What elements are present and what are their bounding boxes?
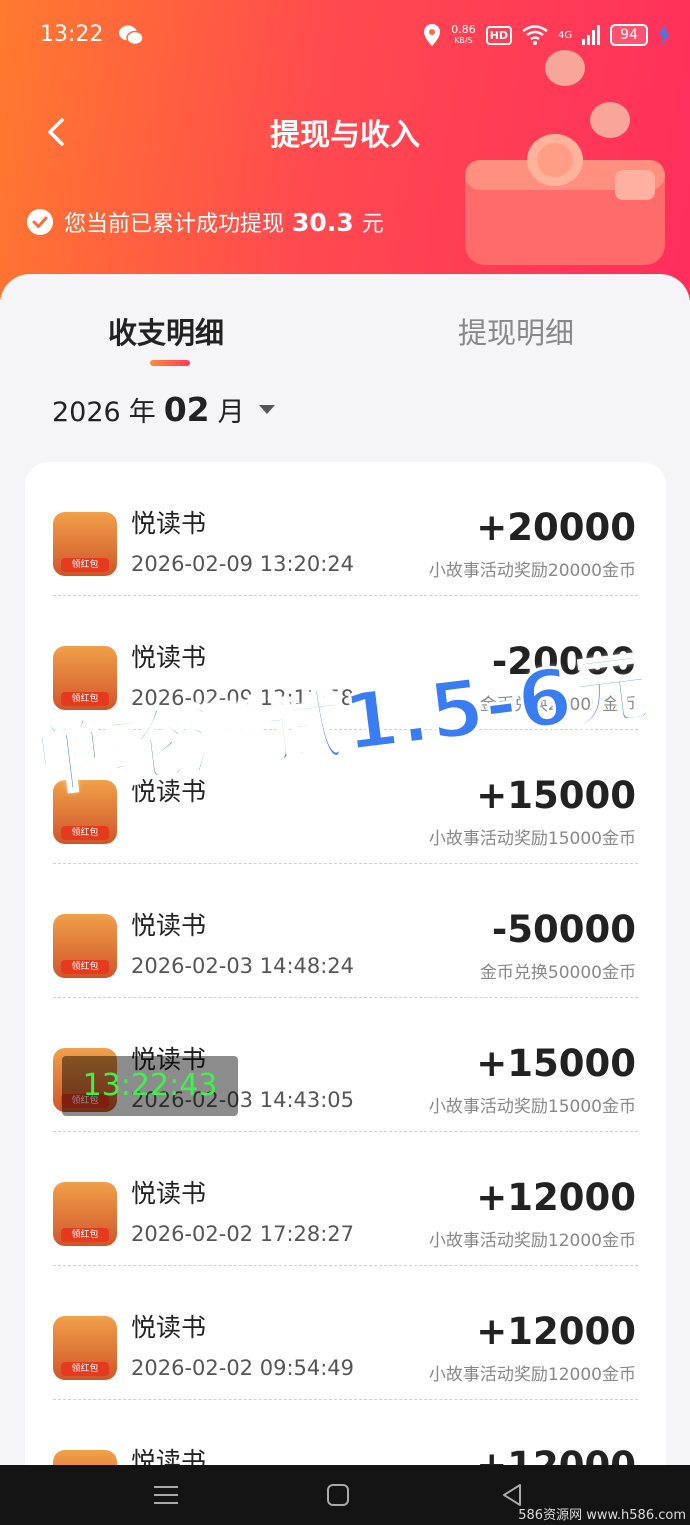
record-time: 2026-02-09 13:20:24: [131, 552, 355, 576]
wallet-coins-illustration: [465, 50, 665, 265]
caret-down-icon: [258, 405, 275, 414]
content-panel: 收支明细 提现明细 2026 年 02 月 领红包 悦读书 2026-02-09…: [0, 274, 690, 1465]
list-item[interactable]: 领红包 悦读书 2026-02-09 13:20:24 +20000 小故事活动…: [25, 462, 666, 596]
header-background: 13:22 0.86 KB/S HD 4G 94 提现与收入 您当前已累计成功提…: [0, 0, 690, 300]
list-item[interactable]: 领红包 悦读书 2026-02-03 14:48:24 -50000 金币兑换5…: [25, 864, 666, 998]
year-unit: 年: [128, 397, 156, 428]
app-icon: 领红包: [53, 1182, 117, 1246]
records-list: 领红包 悦读书 2026-02-09 13:20:24 +20000 小故事活动…: [25, 462, 666, 1465]
record-amount: +15000: [476, 774, 636, 817]
app-icon: 领红包: [53, 914, 117, 978]
record-desc: 金币兑换50000金币: [479, 963, 636, 983]
record-desc: 小故事活动奖励15000金币: [428, 1097, 636, 1117]
month-value: 02: [163, 390, 210, 429]
record-amount: +15000: [476, 1042, 636, 1085]
list-item[interactable]: 领红包 悦读书 2026-02-02 09:54:49 +12000 小故事活动…: [25, 1266, 666, 1400]
tab-income-expense[interactable]: 收支明细: [108, 310, 224, 352]
summary-unit: 元: [361, 212, 384, 237]
record-name: 悦读书: [131, 643, 207, 672]
list-item[interactable]: 领红包 悦读书 +12000: [25, 1400, 666, 1465]
record-desc: 小故事活动奖励20000金币: [428, 561, 636, 581]
app-icon-badge: 领红包: [61, 960, 109, 974]
withdraw-summary: 您当前已累计成功提现 30.3 元: [26, 206, 384, 238]
record-amount: +20000: [476, 506, 636, 549]
app-icon: 领红包: [53, 1450, 117, 1465]
record-name: 悦读书: [131, 911, 207, 940]
record-time: 2026-02-03 14:48:24: [131, 954, 355, 978]
record-desc: 小故事活动奖励12000金币: [428, 1365, 636, 1385]
list-item[interactable]: 领红包 悦读书 2026-02-02 17:28:27 +12000 小故事活动…: [25, 1132, 666, 1266]
record-amount: +12000: [476, 1444, 636, 1465]
status-time: 13:22: [40, 22, 104, 47]
watermark: 586资源网 www.h586.com: [518, 1508, 686, 1523]
timestamp-overlay: 13:22:43: [62, 1056, 238, 1116]
record-time: 2026-02-02 17:28:27: [131, 1222, 355, 1246]
record-desc: 小故事活动奖励12000金币: [428, 1231, 636, 1251]
record-amount: -50000: [491, 908, 636, 951]
month-unit: 月: [217, 397, 245, 428]
record-time: 2026-02-02 09:54:49: [131, 1356, 355, 1380]
tab-withdraw[interactable]: 提现明细: [458, 310, 574, 352]
record-amount: +12000: [476, 1310, 636, 1353]
summary-prefix: 您当前已累计成功提现: [64, 212, 285, 237]
app-icon-badge: 领红包: [61, 826, 109, 840]
tabs: 收支明细 提现明细: [0, 274, 690, 374]
menu-icon[interactable]: [148, 1477, 184, 1513]
wechat-icon: [119, 25, 144, 46]
summary-amount: 30.3: [292, 207, 354, 237]
record-name: 悦读书: [131, 1179, 207, 1208]
record-name: 悦读书: [131, 1313, 207, 1342]
home-icon[interactable]: [320, 1477, 356, 1513]
app-icon-badge: 领红包: [61, 558, 109, 572]
record-name: 悦读书: [131, 1447, 207, 1465]
app-icon-badge: 领红包: [61, 1228, 109, 1242]
app-icon-badge: 领红包: [61, 1362, 109, 1376]
month-picker[interactable]: 2026 年 02 月: [52, 390, 275, 429]
record-name: 悦读书: [131, 509, 207, 538]
year-value: 2026: [52, 397, 121, 428]
app-icon: 领红包: [53, 1316, 117, 1380]
record-amount: +12000: [476, 1176, 636, 1219]
check-circle-icon: [27, 209, 53, 235]
app-icon: 领红包: [53, 512, 117, 576]
tab-indicator: [150, 360, 190, 366]
location-icon: [424, 24, 441, 46]
record-desc: 小故事活动奖励15000金币: [428, 829, 636, 849]
